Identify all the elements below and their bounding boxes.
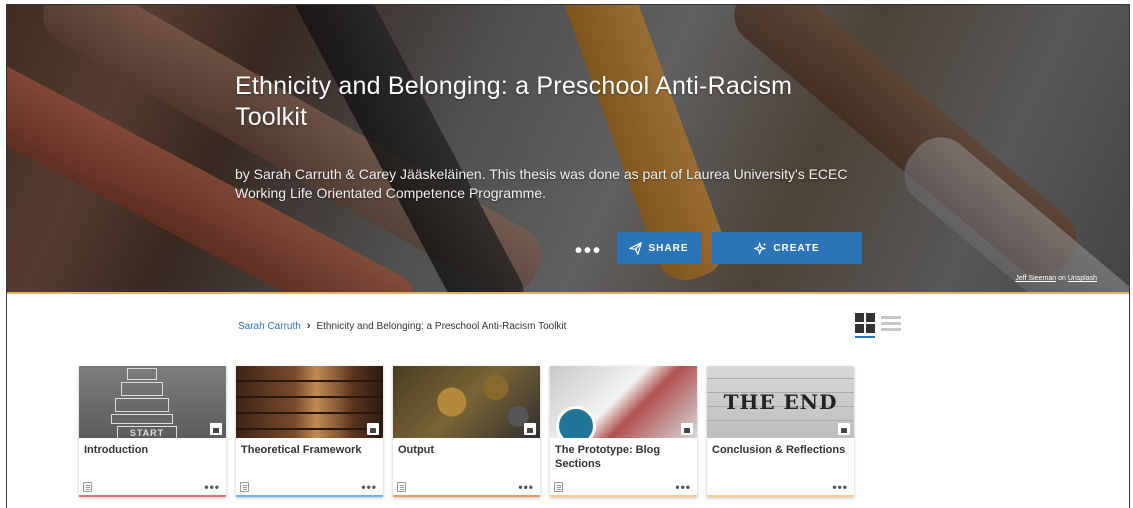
image-text: START (117, 426, 177, 438)
lock-icon (367, 423, 379, 435)
card-title: Output (398, 444, 435, 456)
lock-icon (681, 423, 693, 435)
hero-overlay (7, 5, 1129, 293)
wordpress-logo (556, 406, 596, 438)
card-more-button[interactable]: ••• (204, 480, 220, 494)
page-title: Ethnicity and Belonging: a Preschool Ant… (235, 72, 793, 131)
document-icon (554, 482, 563, 492)
card-image: THE END (707, 366, 854, 438)
breadcrumb-root-link[interactable]: Sarah Carruth (238, 321, 301, 332)
active-view-indicator (855, 336, 875, 338)
lock-icon (524, 423, 536, 435)
lock-icon (210, 423, 222, 435)
share-button[interactable]: SHARE (617, 232, 701, 264)
card-title: Conclusion & Reflections (712, 444, 846, 456)
card-image (236, 366, 383, 438)
document-icon (397, 482, 406, 492)
card-color-bar (707, 495, 854, 497)
card-image (550, 366, 697, 438)
card-title: The Prototype: Blog Sections (555, 444, 661, 470)
card-theoretical-framework[interactable]: Theoretical Framework ••• (236, 366, 383, 497)
card-color-bar (393, 495, 540, 497)
card-output[interactable]: Output ••• (393, 366, 540, 497)
create-label: CREATE (773, 242, 820, 254)
credit-source-link[interactable]: Unsplash (1068, 275, 1097, 282)
view-toggle (855, 313, 901, 338)
card-title: Introduction (84, 444, 149, 456)
list-view-icon[interactable] (881, 313, 901, 333)
image-text: THE END (723, 390, 838, 414)
create-button[interactable]: CREATE (712, 232, 862, 264)
card-color-bar (550, 495, 697, 497)
credit-on-text: on (1058, 275, 1066, 282)
card-image (393, 366, 540, 438)
hero-banner: Ethnicity and Belonging: a Preschool Ant… (7, 5, 1129, 293)
paper-plane-icon (629, 241, 643, 255)
document-icon (83, 482, 92, 492)
lock-icon (838, 423, 850, 435)
breadcrumb-current: Ethnicity and Belonging: a Preschool Ant… (316, 320, 567, 332)
page-cards: START Introduction ••• Theoretical Frame… (79, 366, 854, 497)
card-introduction[interactable]: START Introduction ••• (79, 366, 226, 497)
card-conclusion-reflections[interactable]: THE END Conclusion & Reflections ••• (707, 366, 854, 497)
document-icon (240, 482, 249, 492)
card-more-button[interactable]: ••• (361, 480, 377, 494)
chevron-right-icon: › (306, 320, 311, 332)
card-color-bar (236, 495, 383, 497)
breadcrumb: Sarah Carruth › Ethnicity and Belonging:… (238, 320, 566, 332)
card-more-button[interactable]: ••• (518, 480, 534, 494)
card-prototype-blog-sections[interactable]: The Prototype: Blog Sections ••• (550, 366, 697, 497)
credit-author-link[interactable]: Jeff Sieeman (1015, 275, 1056, 282)
card-title: Theoretical Framework (241, 444, 362, 456)
card-more-button[interactable]: ••• (832, 480, 848, 494)
sparkle-icon (754, 241, 767, 255)
card-color-bar (79, 495, 226, 497)
share-label: SHARE (648, 242, 689, 254)
hero-divider (7, 292, 1129, 294)
grid-view-icon[interactable] (855, 313, 875, 338)
card-image: START (79, 366, 226, 438)
more-options-button[interactable]: ••• (575, 241, 602, 261)
photo-credit: Jeff Sieeman on Unsplash (1015, 275, 1097, 282)
card-more-button[interactable]: ••• (675, 480, 691, 494)
page-description: by Sarah Carruth & Carey Jääskeläinen. T… (235, 166, 848, 201)
